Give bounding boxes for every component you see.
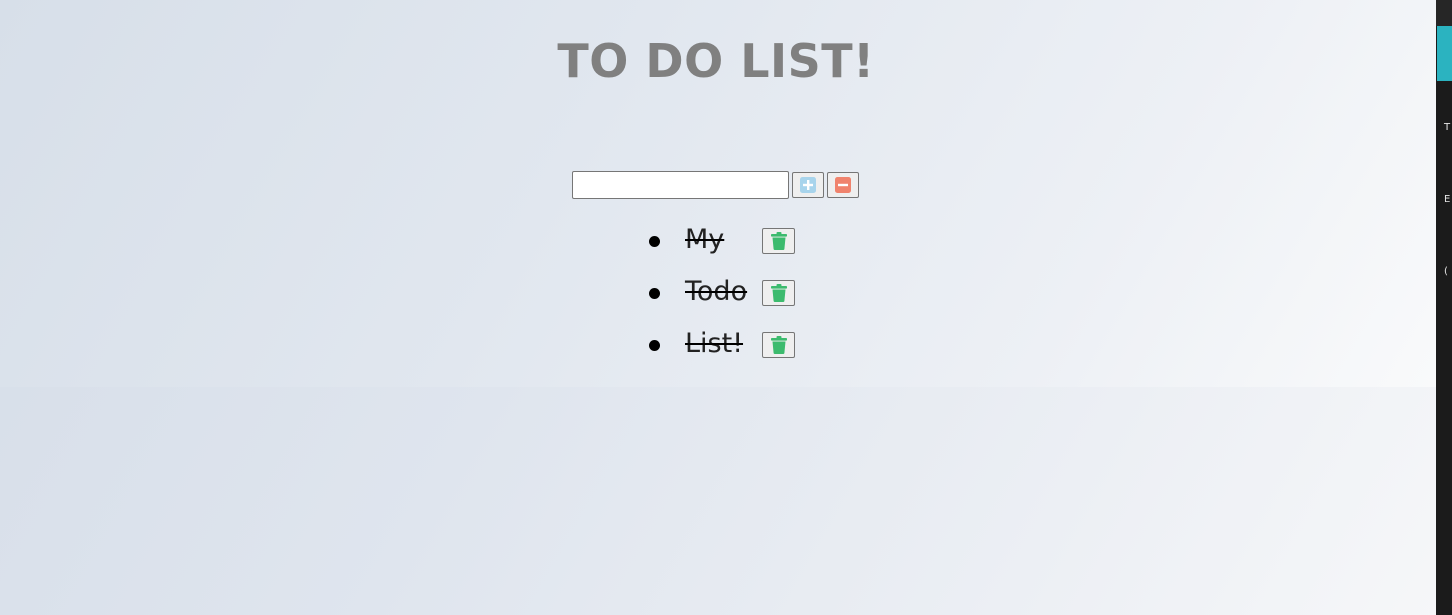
todo-app: TO DO LIST! My Todo List! <box>0 0 1436 387</box>
minus-square-icon <box>835 177 851 193</box>
add-button[interactable] <box>792 172 824 198</box>
trash-icon <box>770 232 787 250</box>
todo-text[interactable]: Todo <box>685 276 747 308</box>
side-panel-header <box>1436 0 1452 26</box>
delete-button[interactable] <box>762 228 795 254</box>
side-panel-label: E <box>1444 194 1451 205</box>
task-input[interactable] <box>572 171 789 199</box>
input-row <box>572 171 859 199</box>
side-panel-label: ( <box>1444 266 1448 277</box>
todo-text[interactable]: My <box>685 224 724 256</box>
list-bullet <box>649 236 660 247</box>
plus-square-icon <box>800 177 816 193</box>
page-title: TO DO LIST! <box>557 34 875 88</box>
list-bullet <box>649 340 660 351</box>
trash-icon <box>770 284 787 302</box>
list-bullet <box>649 288 660 299</box>
side-panel: T E ( <box>1436 0 1452 615</box>
todo-text[interactable]: List! <box>685 328 743 360</box>
delete-button[interactable] <box>762 332 795 358</box>
trash-icon <box>770 336 787 354</box>
delete-button[interactable] <box>762 280 795 306</box>
side-panel-label: T <box>1444 122 1451 133</box>
side-panel-accent[interactable] <box>1437 26 1452 81</box>
remove-button[interactable] <box>827 172 859 198</box>
